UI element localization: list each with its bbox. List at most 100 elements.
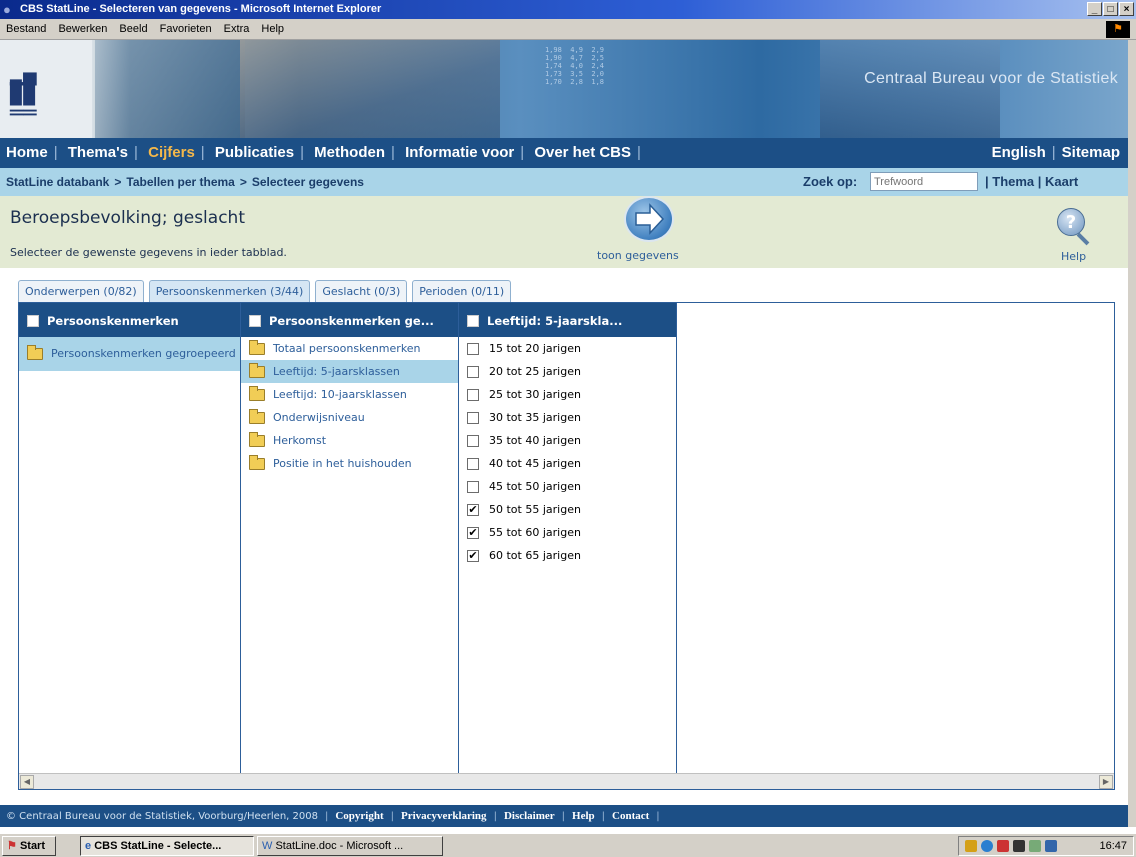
folder-icon: [249, 362, 265, 378]
select-all-checkbox[interactable]: [467, 315, 479, 327]
checkbox[interactable]: [467, 411, 479, 424]
menu-bewerken[interactable]: Bewerken: [58, 23, 107, 35]
checkbox-item[interactable]: 15 tot 20 jarigen: [459, 337, 676, 360]
nav-right: English | Sitemap: [992, 138, 1120, 168]
cbs-logo[interactable]: ▁▄ ▉▉ ══: [0, 40, 92, 138]
antivirus-icon[interactable]: [997, 840, 1009, 852]
security-shield-icon[interactable]: [1013, 840, 1025, 852]
footer-link-privacy[interactable]: Privacyverklaring: [401, 810, 487, 822]
nav-separator: |: [637, 144, 641, 161]
nav-separator: |: [1051, 144, 1056, 161]
checkbox-item[interactable]: ✔ 60 tot 65 jarigen: [459, 544, 676, 567]
checkbox[interactable]: ✔: [467, 549, 479, 562]
menu-bestand[interactable]: Bestand: [6, 23, 46, 35]
select-all-checkbox[interactable]: [249, 315, 261, 327]
checkbox[interactable]: ✔: [467, 526, 479, 539]
tab-strip: Onderwerpen (0/82) Persoonskenmerken (3/…: [18, 280, 512, 302]
footer-link-copyright[interactable]: Copyright: [335, 810, 383, 822]
checkbox[interactable]: [467, 365, 479, 378]
maximize-button[interactable]: □: [1103, 2, 1118, 16]
clock: 16:47: [1099, 840, 1127, 852]
brand-name: Centraal Bureau voor de Statistiek: [864, 70, 1118, 87]
list-item-label: Leeftijd: 5-jaarsklassen: [273, 364, 400, 378]
checkbox[interactable]: ✔: [467, 503, 479, 516]
list-item[interactable]: Leeftijd: 5-jaarsklassen: [241, 360, 458, 383]
nav-over-het-cbs[interactable]: Over het CBS: [534, 144, 631, 161]
close-button[interactable]: ×: [1119, 2, 1134, 16]
scroll-left-icon[interactable]: ◀: [20, 775, 34, 789]
checkbox-item[interactable]: 25 tot 30 jarigen: [459, 383, 676, 406]
windows-logo-icon: ⚑: [1106, 21, 1130, 38]
column-header-label: Persoonskenmerken: [47, 313, 179, 328]
task-label: StatLine.doc - Microsoft ...: [275, 840, 404, 852]
network-icon[interactable]: [981, 840, 993, 852]
nav-publicaties[interactable]: Publicaties: [215, 144, 294, 161]
page-title: Beroepsbevolking; geslacht: [10, 208, 245, 228]
list-item[interactable]: Persoonskenmerken gegroepeerd: [19, 337, 240, 371]
checkbox-label: 40 tot 45 jarigen: [489, 457, 581, 470]
checkbox-item[interactable]: 20 tot 25 jarigen: [459, 360, 676, 383]
list-item-label: Positie in het huishouden: [273, 456, 412, 470]
nav-methoden[interactable]: Methoden: [314, 144, 385, 161]
window-title-bar: ● CBS StatLine - Selecteren van gegevens…: [0, 0, 1136, 19]
breadcrumb-tabellen-per-thema[interactable]: Tabellen per thema: [126, 175, 234, 189]
list-item[interactable]: Onderwijsniveau: [241, 406, 458, 429]
nav-informatie-voor[interactable]: Informatie voor: [405, 144, 514, 161]
checkbox-item[interactable]: 40 tot 45 jarigen: [459, 452, 676, 475]
list-item[interactable]: Leeftijd: 10-jaarsklassen: [241, 383, 458, 406]
help-label[interactable]: Help: [1061, 250, 1086, 263]
checkbox[interactable]: [467, 342, 479, 355]
start-button[interactable]: ⚑ Start: [2, 836, 56, 856]
footer-separator: |: [561, 811, 566, 822]
scroll-right-icon[interactable]: ▶: [1099, 775, 1113, 789]
checkbox[interactable]: [467, 480, 479, 493]
nav-cijfers[interactable]: Cijfers: [148, 144, 195, 161]
menu-beeld[interactable]: Beeld: [119, 23, 147, 35]
list-item[interactable]: Totaal persoonskenmerken: [241, 337, 458, 360]
checkbox-item[interactable]: 35 tot 40 jarigen: [459, 429, 676, 452]
tab-perioden[interactable]: Perioden (0/11): [412, 280, 512, 302]
list-item[interactable]: Herkomst: [241, 429, 458, 452]
tab-onderwerpen[interactable]: Onderwerpen (0/82): [18, 280, 144, 302]
tab-persoonskenmerken[interactable]: Persoonskenmerken (3/44): [148, 280, 311, 302]
nav-sitemap[interactable]: Sitemap: [1062, 144, 1120, 161]
checkbox[interactable]: [467, 457, 479, 470]
task-button-browser[interactable]: e CBS StatLine - Selecte...: [80, 836, 254, 856]
search-links[interactable]: | Thema | Kaart: [985, 168, 1078, 196]
menu-help[interactable]: Help: [261, 23, 284, 35]
checkbox[interactable]: [467, 434, 479, 447]
checkbox-label: 30 tot 35 jarigen: [489, 411, 581, 424]
menu-favorieten[interactable]: Favorieten: [160, 23, 212, 35]
minimize-button[interactable]: _: [1087, 2, 1102, 16]
checkbox[interactable]: [467, 388, 479, 401]
speaker-icon[interactable]: [965, 840, 977, 852]
search-input[interactable]: [870, 172, 978, 191]
checkbox-item[interactable]: 30 tot 35 jarigen: [459, 406, 676, 429]
utility-icon[interactable]: [1045, 840, 1057, 852]
checkbox-item[interactable]: ✔ 50 tot 55 jarigen: [459, 498, 676, 521]
show-data-button[interactable]: [612, 196, 686, 246]
nav-english[interactable]: English: [992, 144, 1046, 161]
nav-separator: |: [300, 144, 304, 161]
update-icon[interactable]: [1029, 840, 1041, 852]
window-vertical-scrollbar[interactable]: [1128, 40, 1136, 827]
footer-link-help[interactable]: Help: [572, 810, 595, 822]
folder-icon: [249, 385, 265, 401]
tab-geslacht[interactable]: Geslacht (0/3): [315, 280, 408, 302]
nav-home[interactable]: Home: [6, 144, 48, 161]
help-button[interactable]: ?: [1055, 208, 1091, 248]
breadcrumb-statline-databank[interactable]: StatLine databank: [6, 175, 109, 189]
menu-extra[interactable]: Extra: [224, 23, 250, 35]
checkbox-item[interactable]: ✔ 55 tot 60 jarigen: [459, 521, 676, 544]
show-data-label[interactable]: toon gegevens: [597, 249, 679, 262]
footer-link-disclaimer[interactable]: Disclaimer: [504, 810, 555, 822]
banner-photo-people: [240, 40, 500, 138]
list-item[interactable]: Positie in het huishouden: [241, 452, 458, 475]
nav-themas[interactable]: Thema's: [68, 144, 128, 161]
checkbox-item[interactable]: 45 tot 50 jarigen: [459, 475, 676, 498]
banner-numbers: 1,98 4,9 2,9 1,90 4,7 2,5 1,74 4,0 2,4 1…: [545, 46, 605, 86]
footer-link-contact[interactable]: Contact: [612, 810, 649, 822]
horizontal-scrollbar[interactable]: ◀ ▶: [19, 773, 1114, 789]
task-button-word[interactable]: W StatLine.doc - Microsoft ...: [257, 836, 443, 856]
select-all-checkbox[interactable]: [27, 315, 39, 327]
